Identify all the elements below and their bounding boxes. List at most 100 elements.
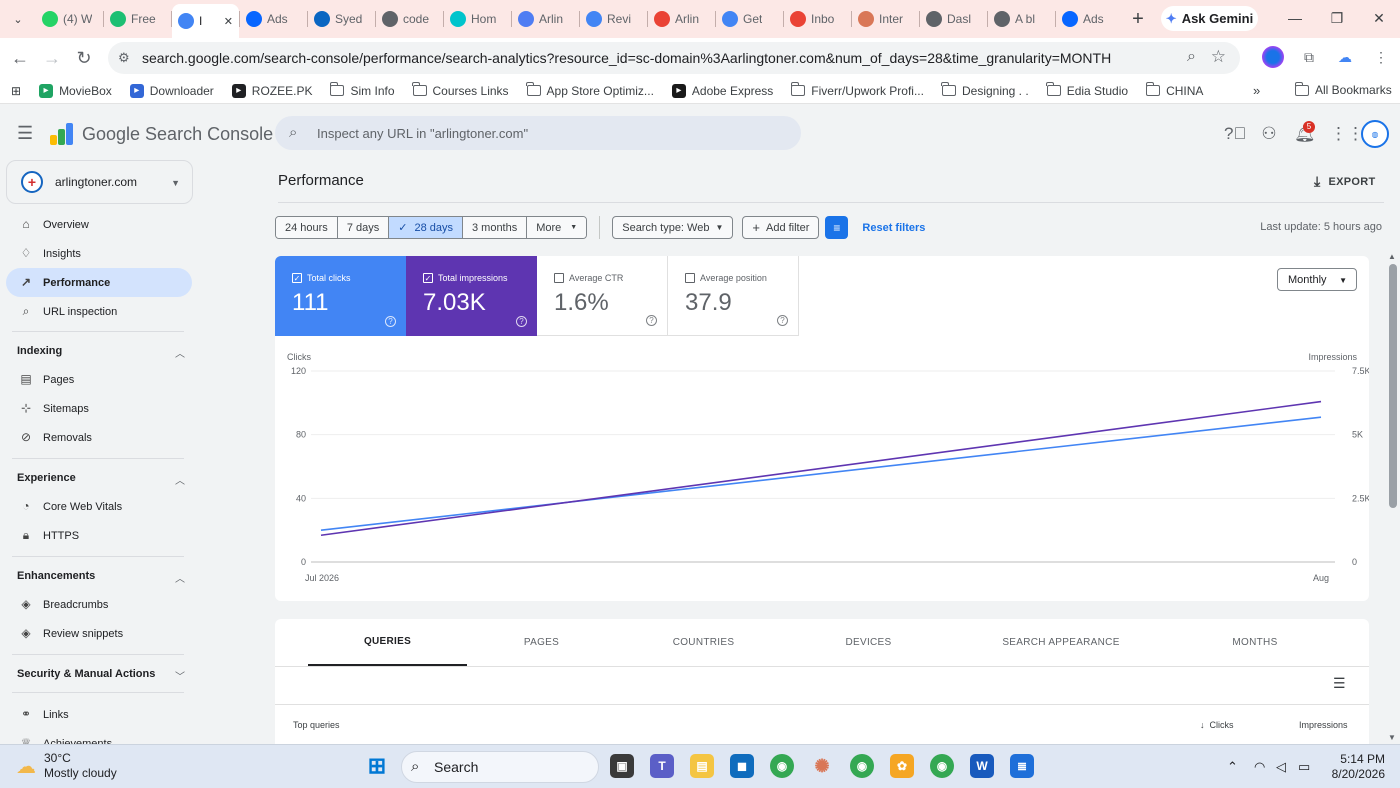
tab-devices[interactable]: DEVICES [787,619,950,666]
browser-tab[interactable]: Get [716,4,783,34]
reset-filters-link[interactable]: Reset filters [862,222,925,234]
checkbox-icon[interactable] [685,273,695,283]
manage-users-icon[interactable]: ⚇ [1259,124,1279,144]
browser-tab[interactable]: Inbo [784,4,851,34]
chrome-icon[interactable]: ◉ [770,754,794,778]
browser-tab[interactable]: A bl [988,4,1055,34]
claude-icon[interactable]: ✺ [810,754,834,778]
show-hidden-icons[interactable]: ⌃ [1227,759,1238,775]
bookmark-item[interactable]: Designing . . [933,82,1038,98]
account-avatar[interactable]: ◍ [1361,120,1389,148]
scrollbar-thumb[interactable] [1389,264,1397,508]
minimize-button[interactable]: — [1274,0,1316,36]
new-tab-button[interactable]: + [1123,8,1153,31]
browser-tab[interactable]: Ads [240,4,307,34]
sidebar-item-overview[interactable]: ⌂ Overview [6,210,192,239]
tab-search-icon[interactable]: ⌄ [0,13,36,26]
bookmark-star-icon[interactable]: ☆ [1211,47,1226,67]
more-menu-icon[interactable]: ⋮ [1370,46,1392,68]
checkbox-checked-icon[interactable]: ✓ [292,273,302,283]
col-header-clicks[interactable]: ↓ Clicks [1200,720,1234,730]
section-security-manual-actions[interactable]: Security & Manual Actions ﹀ [17,668,185,683]
bookmark-item[interactable]: Fiverr/Upwork Profi... [782,82,933,98]
bookmark-item[interactable]: ▸ Adobe Express [663,83,782,98]
browser-tab[interactable]: Syed [308,4,375,34]
browser-tab[interactable]: Free [104,4,171,34]
date-range-24-hours[interactable]: 24 hours [276,217,338,238]
sidebar-item-core-web-vitals[interactable]: ◔ Core Web Vitals [6,492,192,521]
property-selector[interactable]: + arlingtoner.com ▼ [6,160,193,204]
date-range-28-days[interactable]: ✓ 28 days [389,217,463,238]
chrome-profile-2-icon[interactable]: ◉ [930,754,954,778]
browser-tab[interactable]: Hom [444,4,511,34]
help-icon[interactable]: ? [777,315,788,326]
bookmark-item[interactable]: ▸ MovieBox [30,83,121,98]
date-range-3-months[interactable]: 3 months [462,217,528,238]
sidebar-item-pages[interactable]: ▤ Pages [6,365,192,394]
battery-icon[interactable]: ▭ [1298,759,1310,775]
browser-tab[interactable]: Arlin [512,4,579,34]
sidebar-item-https[interactable]: 🔒︎ HTTPS [6,521,192,550]
sidebar-item-breadcrumbs[interactable]: ◈ Breadcrumbs [6,590,192,619]
profile-icon[interactable]: ☁ [1334,46,1356,68]
taskbar-search[interactable]: ⌕ Search [401,751,599,783]
zoom-icon[interactable]: ⌕ [1187,48,1196,66]
url-inspect-search[interactable]: ⌕ Inspect any URL in "arlingtoner.com" [275,116,801,150]
file-explorer-icon[interactable]: ▤ [690,754,714,778]
section-indexing[interactable]: Indexing ︿ [17,345,185,360]
close-tab-icon[interactable]: ✕ [224,15,233,28]
scroll-down-icon[interactable]: ▼ [1388,733,1396,742]
extension-icon[interactable] [1262,46,1284,68]
granularity-dropdown[interactable]: Monthly ▼ [1277,268,1357,291]
filter-settings-icon[interactable]: ≡ [825,216,849,239]
windows-start-icon[interactable]: ⊞ [365,753,389,778]
search-type-chip[interactable]: Search type: Web ▼ [612,216,734,239]
checkbox-checked-icon[interactable]: ✓ [423,273,433,283]
google-apps-icon[interactable]: ⋮⋮ [1330,124,1364,144]
sidebar-item-performance[interactable]: ↗ Performance [6,268,192,297]
section-enhancements[interactable]: Enhancements ︿ [17,570,185,585]
teams-icon[interactable]: T [650,754,674,778]
task-view-icon[interactable]: ▣ [610,754,634,778]
metric-tile-average-ctr[interactable]: Average CTR 1.6%? [537,256,668,336]
volume-icon[interactable]: ◁ [1276,759,1286,775]
metric-tile-average-position[interactable]: Average position 37.9? [668,256,799,336]
store-icon[interactable]: ◼ [730,754,754,778]
page-scrollbar[interactable]: ▲ ▼ [1386,250,1400,744]
wifi-icon[interactable]: ◠ [1254,759,1265,775]
tab-queries[interactable]: QUERIES [308,619,467,666]
tab-months[interactable]: MONTHS [1200,619,1310,666]
bookmark-item[interactable]: CHINA [1137,82,1212,98]
tab-countries[interactable]: COUNTRIES [627,619,780,666]
app-logo[interactable]: Google Search Console [50,123,273,145]
back-icon[interactable]: ← [4,48,36,69]
date-range-7-days[interactable]: 7 days [337,217,390,238]
bookmark-item[interactable]: Sim Info [321,82,403,98]
sidebar-item-links[interactable]: ⚭ Links [6,700,192,729]
help-icon[interactable]: ? [516,316,527,327]
reload-icon[interactable]: ↻ [68,48,100,69]
browser-tab[interactable]: Revi [580,4,647,34]
browser-tab[interactable]: Dasl [920,4,987,34]
sidebar-item-removals[interactable]: ⊘ Removals [6,423,192,452]
ask-gemini-button[interactable]: ✦ Ask Gemini [1161,6,1258,31]
metric-tile-total-clicks[interactable]: ✓ Total clicks 111? [275,256,406,336]
sidebar-item-sitemaps[interactable]: ⊹ Sitemaps [6,394,192,423]
maximize-button[interactable]: ❐ [1316,0,1358,36]
browser-tab[interactable]: Inter [852,4,919,34]
sidebar-item-url-inspection[interactable]: ⌕ URL inspection [6,297,192,326]
notepad-icon[interactable]: ≣ [1010,754,1034,778]
filter-rows-icon[interactable]: ☰ [1333,675,1346,692]
hamburger-menu-icon[interactable]: ☰ [17,123,33,144]
apps-grid-icon[interactable]: ⊞ [0,84,30,98]
help-icon[interactable]: ?⃝ [1224,124,1246,144]
browser-tab[interactable]: I ✕ [172,4,239,38]
all-bookmarks[interactable]: All Bookmarks [1286,81,1400,97]
col-header-impressions[interactable]: Impressions [1299,720,1348,730]
app-icon[interactable]: ✿ [890,754,914,778]
puzzle-icon[interactable]: ⧉ [1298,46,1320,68]
word-icon[interactable]: W [970,754,994,778]
browser-tab[interactable]: Ads [1056,4,1123,34]
bookmark-item[interactable]: Courses Links [404,82,518,98]
add-filter-button[interactable]: + Add filter [742,216,820,239]
